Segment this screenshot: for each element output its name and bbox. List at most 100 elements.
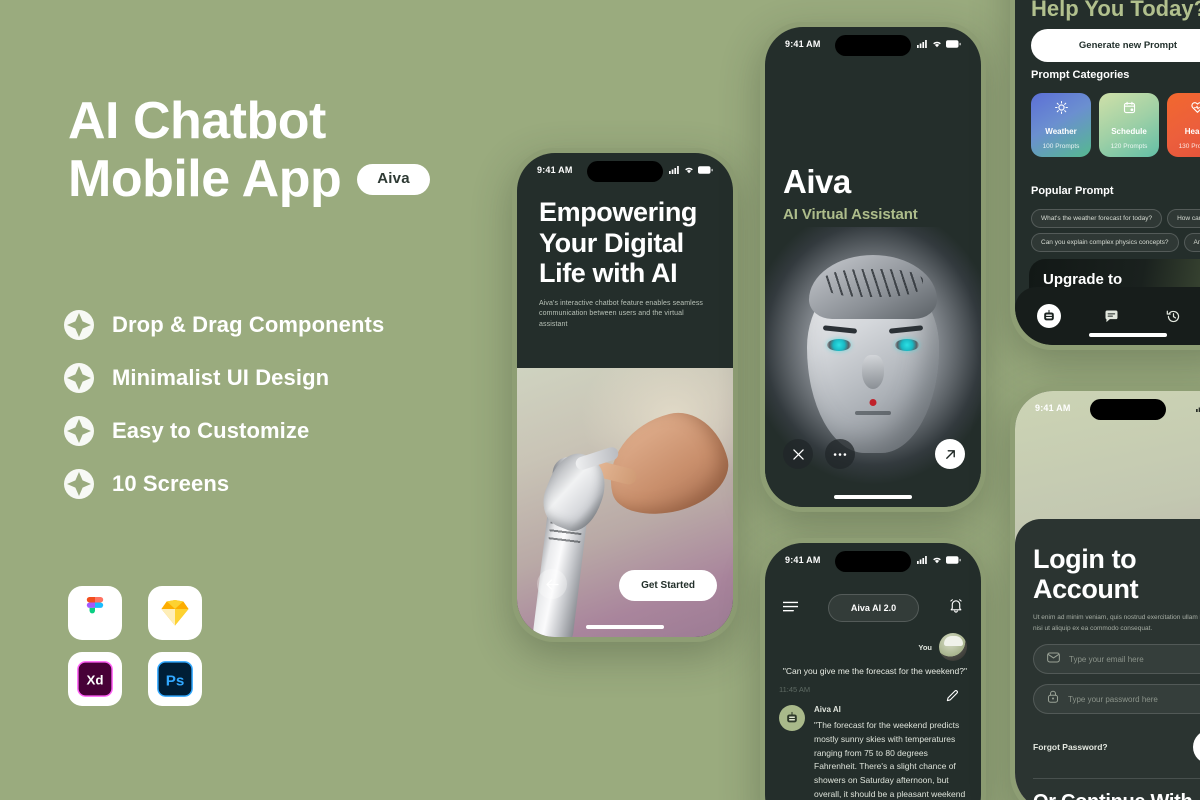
get-started-button[interactable]: Get Started bbox=[619, 570, 717, 601]
login-submit-button[interactable] bbox=[1193, 730, 1200, 765]
phone-mockup-login: 9:41 AM Login to Account Ut enim ad mini… bbox=[1010, 386, 1200, 800]
chat-screen: 9:41 AM Aiva AI 2.0 You "Can you give me… bbox=[765, 543, 981, 800]
user-message-header: You bbox=[779, 633, 967, 661]
onboarding-screen: 9:41 AM Empowering Your Digital Life wit… bbox=[517, 153, 733, 637]
category-card-health[interactable]: Health 130 Prompts bbox=[1167, 93, 1200, 157]
status-time: 9:41 AM bbox=[1035, 403, 1071, 413]
phone-notch bbox=[835, 551, 911, 572]
aiva-title: Aiva bbox=[783, 163, 851, 200]
more-button[interactable] bbox=[825, 439, 855, 469]
ai-message-body: Aiva AI "The forecast for the weekend pr… bbox=[814, 705, 967, 800]
nav-chat-icon[interactable] bbox=[1099, 304, 1123, 328]
heart-icon bbox=[1190, 101, 1200, 119]
svg-text:Xd: Xd bbox=[87, 673, 104, 688]
status-icons bbox=[917, 40, 961, 48]
page-title: AI Chatbot Mobile App Aiva bbox=[68, 92, 430, 208]
diamond-star-icon bbox=[64, 415, 94, 446]
robot-nose bbox=[862, 355, 884, 389]
divider bbox=[1033, 778, 1200, 780]
robot-brow-right bbox=[888, 325, 924, 334]
robot-brow-left bbox=[822, 325, 858, 334]
home-indicator bbox=[586, 625, 664, 629]
continue-with-title: Or Continue With bbox=[1033, 791, 1200, 800]
close-button[interactable] bbox=[783, 439, 813, 469]
status-time: 9:41 AM bbox=[785, 555, 821, 565]
status-icons bbox=[1196, 404, 1200, 412]
sun-icon bbox=[1054, 101, 1068, 119]
email-field[interactable]: Type your email here bbox=[1033, 644, 1200, 675]
login-card: Login to Account Ut enim ad minim veniam… bbox=[1015, 519, 1200, 800]
category-name: Health bbox=[1184, 126, 1200, 136]
wifi-icon bbox=[685, 167, 693, 174]
arrow-up-right-icon bbox=[945, 449, 955, 459]
nav-history-icon[interactable] bbox=[1161, 304, 1185, 328]
category-name: Schedule bbox=[1111, 126, 1147, 136]
nav-robot-icon[interactable] bbox=[1037, 304, 1061, 328]
phone-mockup-chat: 9:41 AM Aiva AI 2.0 You "Can you give me… bbox=[760, 538, 986, 800]
aiva-subtitle: AI Virtual Assistant bbox=[783, 206, 918, 223]
feature-label: 10 Screens bbox=[112, 470, 230, 496]
go-button[interactable] bbox=[935, 439, 965, 469]
user-message-text: "Can you give me the forecast for the we… bbox=[782, 666, 967, 676]
list-item: Easy to Customize bbox=[64, 404, 384, 457]
hamburger-menu-icon[interactable] bbox=[782, 599, 799, 617]
prompt-chip[interactable]: How can I m bbox=[1167, 209, 1200, 228]
login-screen: 9:41 AM Login to Account Ut enim ad mini… bbox=[1015, 391, 1200, 800]
user-message-time: 11:45 AM bbox=[779, 684, 811, 694]
ai-message-text: "The forecast for the weekend predicts m… bbox=[814, 720, 966, 799]
phone-mockup-onboarding: 9:41 AM Empowering Your Digital Life wit… bbox=[512, 148, 738, 642]
battery-icon bbox=[946, 40, 961, 48]
password-field[interactable]: Type your password here bbox=[1033, 684, 1200, 715]
adobe-xd-icon: Xd bbox=[68, 652, 122, 706]
forgot-password-link[interactable]: Forgot Password? bbox=[1033, 742, 1108, 752]
prompt-chip[interactable]: Can you explain complex physics concepts… bbox=[1031, 233, 1179, 252]
cellular-signal-icon bbox=[1196, 407, 1200, 412]
prompt-chip[interactable]: What's the weather forecast for today? bbox=[1031, 209, 1163, 228]
upgrade-card-title: Upgrade to bbox=[1043, 271, 1123, 288]
home-indicator bbox=[1089, 333, 1167, 337]
feature-list: Drop & Drag Components Minimalist UI Des… bbox=[64, 298, 384, 510]
notification-bell-icon[interactable] bbox=[949, 598, 963, 618]
status-icons bbox=[669, 166, 713, 174]
diamond-star-icon bbox=[64, 468, 94, 499]
email-placeholder: Type your email here bbox=[1069, 654, 1144, 664]
category-count: 130 Prompts bbox=[1178, 143, 1200, 150]
home-indicator bbox=[834, 495, 912, 499]
onboarding-heading: Empowering Your Digital Life with AI bbox=[539, 197, 698, 288]
cellular-signal-icon bbox=[669, 166, 679, 174]
chat-header: Aiva AI 2.0 bbox=[765, 589, 981, 627]
chat-message-ai: Aiva AI "The forecast for the weekend pr… bbox=[779, 705, 967, 800]
list-item: Minimalist UI Design bbox=[64, 351, 384, 404]
hero-title-line1: AI Chatbot bbox=[68, 92, 326, 150]
pencil-edit-icon bbox=[946, 690, 958, 702]
login-title: Login to Account bbox=[1033, 544, 1139, 604]
app-icon-group: Xd Ps bbox=[68, 586, 216, 706]
prompts-screen: Help You Today? Generate new Prompt Prom… bbox=[1015, 0, 1200, 345]
prompt-category-list: Weather 100 Prompts Schedule 120 Prompts… bbox=[1031, 93, 1200, 157]
ai-avatar bbox=[779, 705, 805, 731]
hero-title-line2-row: Mobile App Aiva bbox=[68, 150, 430, 208]
robot-mouth bbox=[855, 411, 891, 415]
prompt-chip[interactable]: Any su bbox=[1183, 233, 1200, 252]
category-card-weather[interactable]: Weather 100 Prompts bbox=[1031, 93, 1091, 157]
category-card-schedule[interactable]: Schedule 120 Prompts bbox=[1099, 93, 1159, 157]
back-button[interactable] bbox=[537, 569, 567, 599]
figma-icon bbox=[68, 586, 122, 640]
status-time: 9:41 AM bbox=[537, 165, 573, 175]
phone-notch bbox=[835, 35, 911, 56]
chat-title-pill[interactable]: Aiva AI 2.0 bbox=[827, 594, 920, 622]
phone-notch bbox=[1090, 399, 1166, 420]
login-action-row: Forgot Password? bbox=[1033, 730, 1200, 765]
robot-eye-right bbox=[895, 339, 919, 351]
robot-icon bbox=[787, 711, 797, 723]
popular-prompt-title: Popular Prompt bbox=[1031, 185, 1114, 197]
sketch-icon bbox=[148, 586, 202, 640]
svg-text:Ps: Ps bbox=[166, 673, 185, 690]
wifi-icon bbox=[933, 557, 941, 564]
robot-face bbox=[807, 255, 939, 453]
category-count: 100 Prompts bbox=[1042, 143, 1080, 150]
calendar-icon bbox=[1123, 101, 1136, 119]
aiva-screen: 9:41 AM Aiva AI Virtual Assistant bbox=[765, 27, 981, 507]
generate-prompt-button[interactable]: Generate new Prompt bbox=[1031, 29, 1200, 62]
battery-icon bbox=[698, 166, 713, 174]
